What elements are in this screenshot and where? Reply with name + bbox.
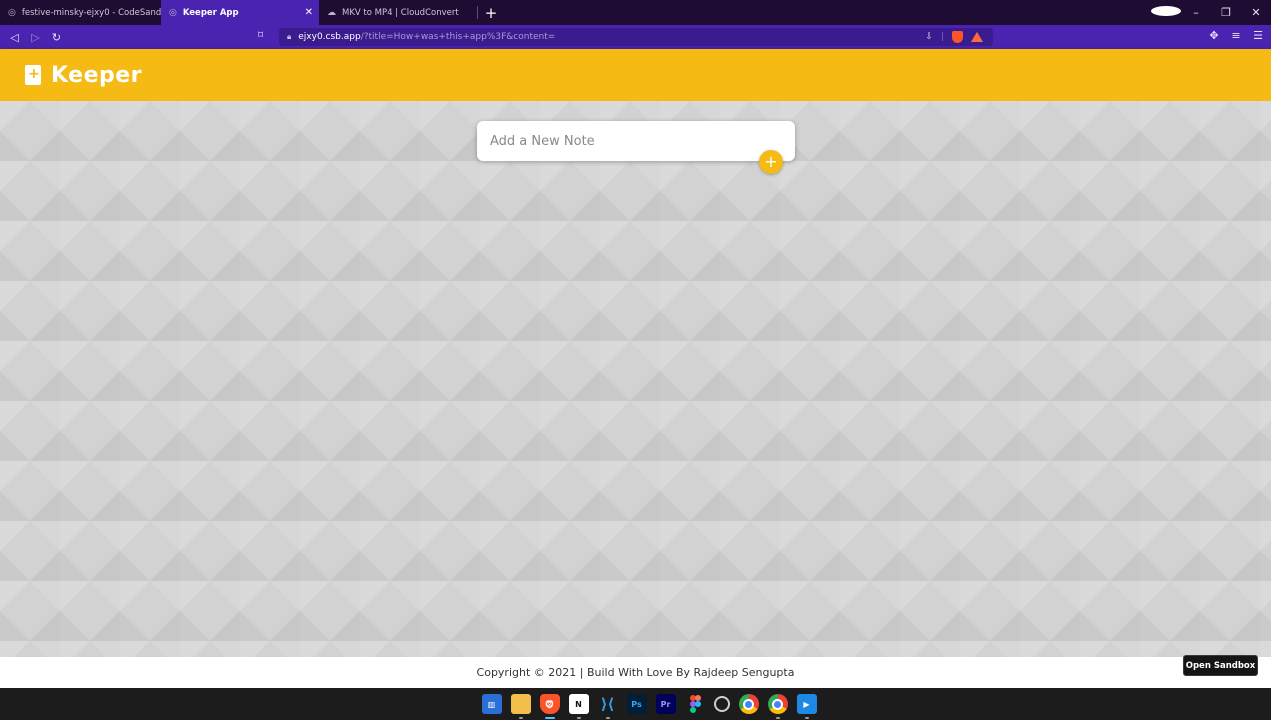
tab-label: Keeper App (182, 7, 239, 18)
add-note-button[interactable]: + (759, 150, 783, 174)
note-title-input[interactable] (477, 121, 795, 161)
minimize-icon[interactable]: – (1181, 6, 1211, 19)
tab-label: festive-minsky-ejxy0 - CodeSandbox (21, 7, 177, 18)
forward-icon[interactable]: ▷ (25, 31, 46, 44)
photoshop-icon[interactable]: Ps (626, 694, 647, 714)
notion-icon[interactable]: N (568, 694, 589, 719)
main-content (0, 101, 1271, 657)
figma-icon[interactable] (685, 694, 705, 714)
tab-codesandbox[interactable]: ◎ festive-minsky-ejxy0 - CodeSandbox (0, 0, 177, 25)
brave-rewards-icon[interactable] (971, 32, 983, 42)
cloud-favicon-icon: ☁ (327, 7, 336, 18)
reload-icon[interactable]: ↻ (46, 31, 67, 44)
chrome-icon[interactable] (738, 694, 759, 714)
open-sandbox-button[interactable]: Open Sandbox (1183, 655, 1258, 676)
codesandbox-favicon-icon: ◎ (169, 7, 177, 18)
obs-studio-icon[interactable] (713, 696, 730, 712)
back-icon[interactable]: ◁ (4, 31, 25, 44)
address-divider: | (940, 32, 944, 42)
file-explorer-icon[interactable] (510, 694, 531, 719)
footer: Copyright © 2021 | Build With Love By Ra… (0, 657, 1271, 688)
new-tab-button[interactable]: + (478, 0, 504, 25)
premiere-pro-icon[interactable]: Pr (655, 694, 676, 714)
close-window-icon[interactable]: ✕ (1241, 6, 1271, 19)
restore-icon[interactable]: ❐ (1211, 6, 1241, 19)
bookmark-icon[interactable]: ⌑ (258, 30, 263, 41)
playlist-icon[interactable]: ≡ (1229, 29, 1243, 42)
app-title: Keeper (51, 62, 143, 88)
tab-label: MKV to MP4 | CloudConvert (342, 7, 459, 18)
menu-icon[interactable]: ☰ (1251, 29, 1265, 42)
lock-icon: 🔒︎ (287, 32, 292, 41)
app-header: Keeper (0, 49, 1271, 101)
address-bar[interactable]: 🔒︎ ejxy0.csb.app /?title=How+was+this+ap… (279, 28, 993, 46)
taskbar: ▥ 🦁︎ N ⟩⟨ Ps Pr ▶ (0, 688, 1271, 720)
chrome-profile-icon[interactable] (767, 694, 788, 719)
media-player-icon[interactable]: ▶ (796, 694, 817, 719)
windows-start-icon[interactable] (455, 695, 473, 713)
window-controls: – ❐ ✕ (1151, 0, 1271, 25)
brave-browser-icon[interactable]: 🦁︎ (539, 694, 560, 719)
url-path: /?title=How+was+this+app%3F&content= (360, 32, 556, 42)
vscode-icon[interactable]: ⟩⟨ (598, 694, 618, 719)
tab-close-icon[interactable]: ✕ (305, 7, 313, 18)
tab-keeper-app[interactable]: ◎ Keeper App ✕ (161, 0, 319, 25)
browser-toolbar: ◁ ▷ ↻ ⌑ 🔒︎ ejxy0.csb.app /?title=How+was… (0, 25, 1271, 49)
extensions-icon[interactable]: ✥ (1207, 29, 1221, 42)
downloads-icon[interactable] (1151, 6, 1181, 19)
note-add-icon (25, 65, 41, 85)
toolbar-right: ✥ ≡ ☰ (1207, 29, 1265, 42)
browser-tabstrip: ◎ festive-minsky-ejxy0 - CodeSandbox ◎ K… (0, 0, 1271, 25)
create-note-form (477, 121, 795, 161)
widgets-icon[interactable]: ▥ (481, 694, 502, 714)
tab-cloudconvert[interactable]: ☁ MKV to MP4 | CloudConvert (319, 0, 477, 25)
url-host: ejxy0.csb.app (298, 32, 361, 42)
install-app-icon[interactable]: ⇩ (925, 32, 933, 42)
address-bar-actions: ⇩ | (925, 31, 993, 43)
brave-shields-icon[interactable] (952, 31, 963, 43)
copyright-text: Copyright © 2021 | Build With Love By Ra… (476, 666, 795, 679)
codesandbox-favicon-icon: ◎ (8, 7, 16, 18)
